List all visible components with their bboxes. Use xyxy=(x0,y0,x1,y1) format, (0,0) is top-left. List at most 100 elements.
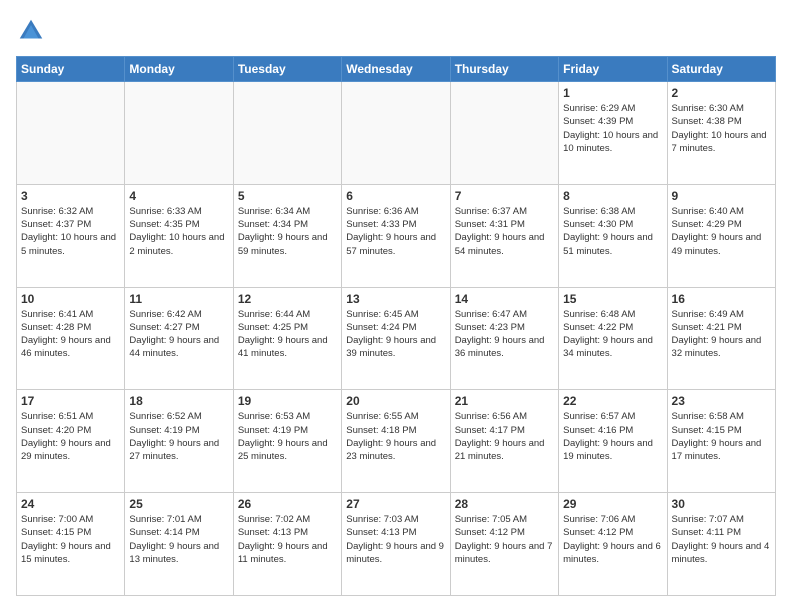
day-number: 3 xyxy=(21,189,120,203)
day-number: 14 xyxy=(455,292,554,306)
header-wednesday: Wednesday xyxy=(342,57,450,82)
day-info: Sunrise: 6:37 AM Sunset: 4:31 PM Dayligh… xyxy=(455,205,554,258)
day-number: 22 xyxy=(563,394,662,408)
day-info: Sunrise: 7:05 AM Sunset: 4:12 PM Dayligh… xyxy=(455,513,554,566)
day-cell: 7 Sunrise: 6:37 AM Sunset: 4:31 PM Daylig… xyxy=(450,184,558,287)
day-cell: 17 Sunrise: 6:51 AM Sunset: 4:20 PM Dayli… xyxy=(17,390,125,493)
day-cell: 21 Sunrise: 6:56 AM Sunset: 4:17 PM Dayli… xyxy=(450,390,558,493)
day-cell: 5 Sunrise: 6:34 AM Sunset: 4:34 PM Daylig… xyxy=(233,184,341,287)
day-number: 26 xyxy=(238,497,337,511)
day-info: Sunrise: 6:30 AM Sunset: 4:38 PM Dayligh… xyxy=(672,102,771,155)
day-info: Sunrise: 6:53 AM Sunset: 4:19 PM Dayligh… xyxy=(238,410,337,463)
day-number: 2 xyxy=(672,86,771,100)
day-info: Sunrise: 7:02 AM Sunset: 4:13 PM Dayligh… xyxy=(238,513,337,566)
header-monday: Monday xyxy=(125,57,233,82)
header-thursday: Thursday xyxy=(450,57,558,82)
day-cell: 26 Sunrise: 7:02 AM Sunset: 4:13 PM Dayli… xyxy=(233,493,341,596)
day-cell: 2 Sunrise: 6:30 AM Sunset: 4:38 PM Daylig… xyxy=(667,82,775,185)
day-number: 4 xyxy=(129,189,228,203)
day-cell: 20 Sunrise: 6:55 AM Sunset: 4:18 PM Dayli… xyxy=(342,390,450,493)
page: SundayMondayTuesdayWednesdayThursdayFrid… xyxy=(0,0,792,612)
day-number: 21 xyxy=(455,394,554,408)
week-row-0: 1 Sunrise: 6:29 AM Sunset: 4:39 PM Daylig… xyxy=(17,82,776,185)
day-cell: 12Sunrise: 6:44 AM Sunset: 4:25 PM Dayli… xyxy=(233,287,341,390)
day-info: Sunrise: 6:32 AM Sunset: 4:37 PM Dayligh… xyxy=(21,205,120,258)
header-saturday: Saturday xyxy=(667,57,775,82)
day-cell xyxy=(125,82,233,185)
day-cell xyxy=(450,82,558,185)
day-number: 20 xyxy=(346,394,445,408)
day-info: Sunrise: 6:56 AM Sunset: 4:17 PM Dayligh… xyxy=(455,410,554,463)
day-cell: 19 Sunrise: 6:53 AM Sunset: 4:19 PM Dayli… xyxy=(233,390,341,493)
week-row-4: 24 Sunrise: 7:00 AM Sunset: 4:15 PM Dayli… xyxy=(17,493,776,596)
day-cell xyxy=(17,82,125,185)
day-cell xyxy=(342,82,450,185)
day-info: Sunrise: 6:48 AM Sunset: 4:22 PM Dayligh… xyxy=(563,308,662,361)
day-number: 16 xyxy=(672,292,771,306)
day-info: Sunrise: 6:47 AM Sunset: 4:23 PM Dayligh… xyxy=(455,308,554,361)
day-number: 17 xyxy=(21,394,120,408)
header xyxy=(16,16,776,46)
day-number: 23 xyxy=(672,394,771,408)
day-info: Sunrise: 6:38 AM Sunset: 4:30 PM Dayligh… xyxy=(563,205,662,258)
day-cell: 11 Sunrise: 6:42 AM Sunset: 4:27 PM Dayli… xyxy=(125,287,233,390)
day-number: 1 xyxy=(563,86,662,100)
day-cell xyxy=(233,82,341,185)
day-cell: 30 Sunrise: 7:07 AM Sunset: 4:11 PM Dayli… xyxy=(667,493,775,596)
day-number: 19 xyxy=(238,394,337,408)
day-info: Sunrise: 6:55 AM Sunset: 4:18 PM Dayligh… xyxy=(346,410,445,463)
day-number: 9 xyxy=(672,189,771,203)
week-row-3: 17 Sunrise: 6:51 AM Sunset: 4:20 PM Dayli… xyxy=(17,390,776,493)
day-cell: 10 Sunrise: 6:41 AM Sunset: 4:28 PM Dayli… xyxy=(17,287,125,390)
day-info: Sunrise: 6:49 AM Sunset: 4:21 PM Dayligh… xyxy=(672,308,771,361)
day-number: 12 xyxy=(238,292,337,306)
day-number: 6 xyxy=(346,189,445,203)
day-info: Sunrise: 6:33 AM Sunset: 4:35 PM Dayligh… xyxy=(129,205,228,258)
logo-icon xyxy=(16,16,46,46)
day-cell: 8 Sunrise: 6:38 AM Sunset: 4:30 PM Daylig… xyxy=(559,184,667,287)
day-number: 5 xyxy=(238,189,337,203)
day-info: Sunrise: 6:57 AM Sunset: 4:16 PM Dayligh… xyxy=(563,410,662,463)
day-info: Sunrise: 6:52 AM Sunset: 4:19 PM Dayligh… xyxy=(129,410,228,463)
day-number: 8 xyxy=(563,189,662,203)
day-number: 18 xyxy=(129,394,228,408)
day-cell: 22 Sunrise: 6:57 AM Sunset: 4:16 PM Dayli… xyxy=(559,390,667,493)
day-number: 11 xyxy=(129,292,228,306)
day-info: Sunrise: 7:03 AM Sunset: 4:13 PM Dayligh… xyxy=(346,513,445,566)
day-cell: 23Sunrise: 6:58 AM Sunset: 4:15 PM Dayli… xyxy=(667,390,775,493)
day-cell: 6 Sunrise: 6:36 AM Sunset: 4:33 PM Daylig… xyxy=(342,184,450,287)
day-number: 30 xyxy=(672,497,771,511)
day-cell: 16 Sunrise: 6:49 AM Sunset: 4:21 PM Dayli… xyxy=(667,287,775,390)
day-info: Sunrise: 6:41 AM Sunset: 4:28 PM Dayligh… xyxy=(21,308,120,361)
day-info: Sunrise: 7:01 AM Sunset: 4:14 PM Dayligh… xyxy=(129,513,228,566)
day-info: Sunrise: 6:36 AM Sunset: 4:33 PM Dayligh… xyxy=(346,205,445,258)
day-number: 25 xyxy=(129,497,228,511)
day-info: Sunrise: 6:29 AM Sunset: 4:39 PM Dayligh… xyxy=(563,102,662,155)
day-info: Sunrise: 6:34 AM Sunset: 4:34 PM Dayligh… xyxy=(238,205,337,258)
day-cell: 28Sunrise: 7:05 AM Sunset: 4:12 PM Dayli… xyxy=(450,493,558,596)
header-friday: Friday xyxy=(559,57,667,82)
day-info: Sunrise: 7:00 AM Sunset: 4:15 PM Dayligh… xyxy=(21,513,120,566)
day-cell: 29Sunrise: 7:06 AM Sunset: 4:12 PM Dayli… xyxy=(559,493,667,596)
day-cell: 3 Sunrise: 6:32 AM Sunset: 4:37 PM Daylig… xyxy=(17,184,125,287)
day-info: Sunrise: 6:40 AM Sunset: 4:29 PM Dayligh… xyxy=(672,205,771,258)
day-cell: 13Sunrise: 6:45 AM Sunset: 4:24 PM Dayli… xyxy=(342,287,450,390)
week-row-1: 3 Sunrise: 6:32 AM Sunset: 4:37 PM Daylig… xyxy=(17,184,776,287)
day-cell: 4 Sunrise: 6:33 AM Sunset: 4:35 PM Daylig… xyxy=(125,184,233,287)
day-info: Sunrise: 6:42 AM Sunset: 4:27 PM Dayligh… xyxy=(129,308,228,361)
day-info: Sunrise: 6:51 AM Sunset: 4:20 PM Dayligh… xyxy=(21,410,120,463)
day-cell: 27Sunrise: 7:03 AM Sunset: 4:13 PM Dayli… xyxy=(342,493,450,596)
logo xyxy=(16,16,50,46)
header-sunday: Sunday xyxy=(17,57,125,82)
week-row-2: 10 Sunrise: 6:41 AM Sunset: 4:28 PM Dayli… xyxy=(17,287,776,390)
day-number: 29 xyxy=(563,497,662,511)
day-number: 7 xyxy=(455,189,554,203)
day-number: 24 xyxy=(21,497,120,511)
day-info: Sunrise: 6:45 AM Sunset: 4:24 PM Dayligh… xyxy=(346,308,445,361)
day-cell: 14 Sunrise: 6:47 AM Sunset: 4:23 PM Dayli… xyxy=(450,287,558,390)
day-cell: 1 Sunrise: 6:29 AM Sunset: 4:39 PM Daylig… xyxy=(559,82,667,185)
day-cell: 24 Sunrise: 7:00 AM Sunset: 4:15 PM Dayli… xyxy=(17,493,125,596)
day-number: 10 xyxy=(21,292,120,306)
day-info: Sunrise: 7:07 AM Sunset: 4:11 PM Dayligh… xyxy=(672,513,771,566)
header-tuesday: Tuesday xyxy=(233,57,341,82)
